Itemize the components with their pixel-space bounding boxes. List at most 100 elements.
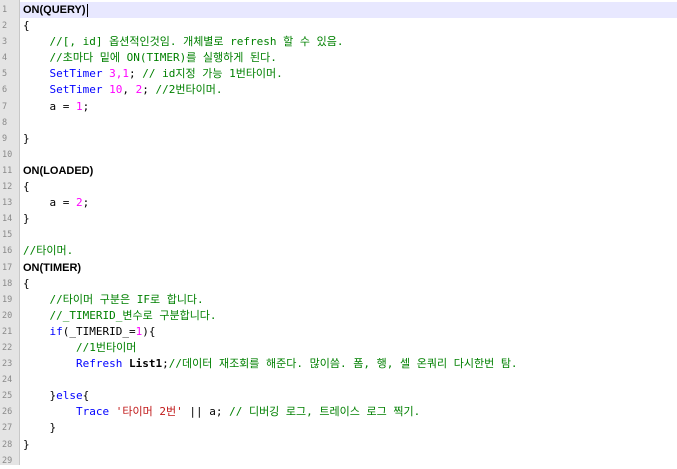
code-comment: //타이머 구분은 IF로 합니다. — [49, 292, 204, 306]
code-line[interactable]: //타이머 구분은 IF로 합니다. — [23, 292, 677, 308]
code-line[interactable]: if(_TIMERID_=1){ — [23, 324, 677, 340]
line-number: 10 — [2, 149, 13, 160]
code-comment: // id지정 가능 1번타이머. — [142, 67, 283, 81]
separator: ; — [162, 357, 169, 371]
code-line[interactable]: a = 1; — [23, 99, 677, 115]
function-name: SetTimer — [49, 83, 103, 97]
code-line[interactable] — [23, 147, 677, 163]
brace: { — [82, 389, 90, 403]
code-line[interactable]: //_TIMERID_변수로 구분합니다. — [23, 308, 677, 324]
event-keyword: ON(TIMER) — [23, 261, 82, 274]
code-line[interactable]: SetTimer 10, 2; //2번타이머. — [23, 82, 677, 98]
line-number: 20 — [2, 310, 13, 321]
code-line[interactable] — [23, 227, 677, 243]
code-line[interactable]: ON(TIMER) — [23, 260, 677, 276]
line-number: 28 — [2, 439, 13, 450]
line-number: 5 — [2, 69, 8, 80]
brace: { — [23, 276, 30, 290]
number-literal: 10 — [109, 83, 123, 97]
line-number: 15 — [2, 230, 13, 241]
brace: } — [49, 421, 57, 435]
line-number: 24 — [2, 375, 13, 386]
separator: ; — [82, 99, 90, 113]
code-line[interactable]: } — [23, 211, 677, 227]
line-number: 1 — [2, 5, 8, 15]
brace: { — [23, 19, 30, 33]
separator: ; — [82, 196, 90, 210]
line-number: 6 — [2, 85, 8, 96]
line-number: 16 — [2, 246, 13, 257]
code-line[interactable]: { — [23, 276, 677, 292]
code-line[interactable]: { — [23, 179, 677, 195]
event-keyword: ON(LOADED) — [23, 164, 94, 177]
code-line[interactable]: } — [23, 420, 677, 436]
code-line[interactable] — [23, 372, 677, 388]
function-name: Trace — [75, 405, 110, 419]
text-cursor — [86, 3, 88, 17]
code-line[interactable] — [23, 453, 677, 469]
code-editor[interactable]: 1 2 3 4 5 6 7 8 9 10 11 12 13 14 15 16 1… — [0, 0, 677, 466]
code-line[interactable]: ON(LOADED) — [23, 163, 677, 179]
separator: ; — [142, 83, 156, 97]
number-literal: 1 — [76, 99, 83, 113]
line-number: 23 — [2, 359, 13, 370]
line-number: 19 — [2, 294, 13, 305]
code-line[interactable]: } — [23, 437, 677, 453]
number-literal: 2 — [76, 196, 83, 210]
code-line[interactable]: } — [23, 131, 677, 147]
code-comment: //1번타이머 — [75, 340, 137, 354]
code-line[interactable]: }else{ — [23, 388, 677, 404]
code-line[interactable]: //[, id] 옵션적인것임. 개체별로 refresh 할 수 있음. — [23, 34, 677, 50]
number-literal: 3,1 — [109, 67, 129, 81]
line-number: 2 — [2, 21, 8, 32]
line-number: 13 — [2, 198, 13, 209]
code-line[interactable]: Trace '타이머 2번' || a; // 디버깅 로그, 트레이스 로그 … — [23, 404, 677, 420]
function-name: SetTimer — [49, 67, 103, 81]
line-number-gutter: 1 2 3 4 5 6 7 8 9 10 11 12 13 14 15 16 1… — [0, 0, 20, 466]
assignment: a = — [49, 196, 76, 210]
brace: { — [23, 180, 30, 194]
brace: } — [23, 437, 30, 451]
code-text-area[interactable]: ON(QUERY) { //[, id] 옵션적인것임. 개체별로 refres… — [20, 0, 677, 465]
code-line[interactable] — [23, 115, 677, 131]
condition: (_TIMERID_= — [62, 324, 136, 338]
brace: } — [23, 212, 30, 226]
code-comment: //[, id] 옵션적인것임. 개체별로 refresh 할 수 있음. — [49, 35, 344, 49]
code-line[interactable]: //타이머. — [23, 243, 677, 259]
line-number: 18 — [2, 278, 13, 289]
code-line[interactable]: a = 2; — [23, 195, 677, 211]
code-comment: // 디버깅 로그, 트레이스 로그 찍기. — [229, 405, 421, 419]
function-name: Refresh — [75, 357, 123, 371]
line-number: 7 — [2, 101, 8, 112]
line-number: 21 — [2, 326, 13, 337]
assignment: a = — [49, 99, 76, 113]
line-number: 17 — [2, 262, 13, 273]
string-literal: '타이머 2번' — [115, 405, 183, 419]
brace: } — [23, 131, 30, 145]
code-comment: //타이머. — [23, 244, 74, 258]
code-comment: //2번타이머. — [155, 83, 223, 97]
object-name: List1 — [128, 357, 163, 371]
if-keyword: if — [49, 324, 63, 338]
event-keyword: ON(QUERY) — [23, 4, 86, 16]
line-number: 3 — [2, 37, 8, 48]
code-line[interactable]: //초마다 밑에 ON(TIMER)를 실행하게 된다. — [23, 50, 677, 66]
separator: ; — [128, 67, 143, 81]
line-number: 9 — [2, 133, 8, 144]
code-line[interactable]: //1번타이머 — [23, 340, 677, 356]
line-number: 4 — [2, 53, 8, 64]
line-number: 14 — [2, 214, 13, 225]
line-number: 22 — [2, 342, 13, 353]
code-comment: //초마다 밑에 ON(TIMER)를 실행하게 된다. — [49, 51, 277, 65]
line-number: 29 — [2, 455, 13, 466]
code-line[interactable]: Refresh List1;//데이터 재조회를 해준다. 많이씀. 폼, 행,… — [23, 356, 677, 372]
line-number: 27 — [2, 423, 13, 434]
separator: , — [122, 83, 136, 97]
code-line[interactable]: { — [23, 18, 677, 34]
line-number: 8 — [2, 117, 8, 128]
separator: ){ — [142, 324, 156, 338]
code-line[interactable]: SetTimer 3,1; // id지정 가능 1번타이머. — [23, 66, 677, 82]
else-keyword: else — [56, 389, 83, 403]
line-number: 25 — [2, 391, 13, 402]
code-line[interactable]: ON(QUERY) — [20, 2, 677, 19]
